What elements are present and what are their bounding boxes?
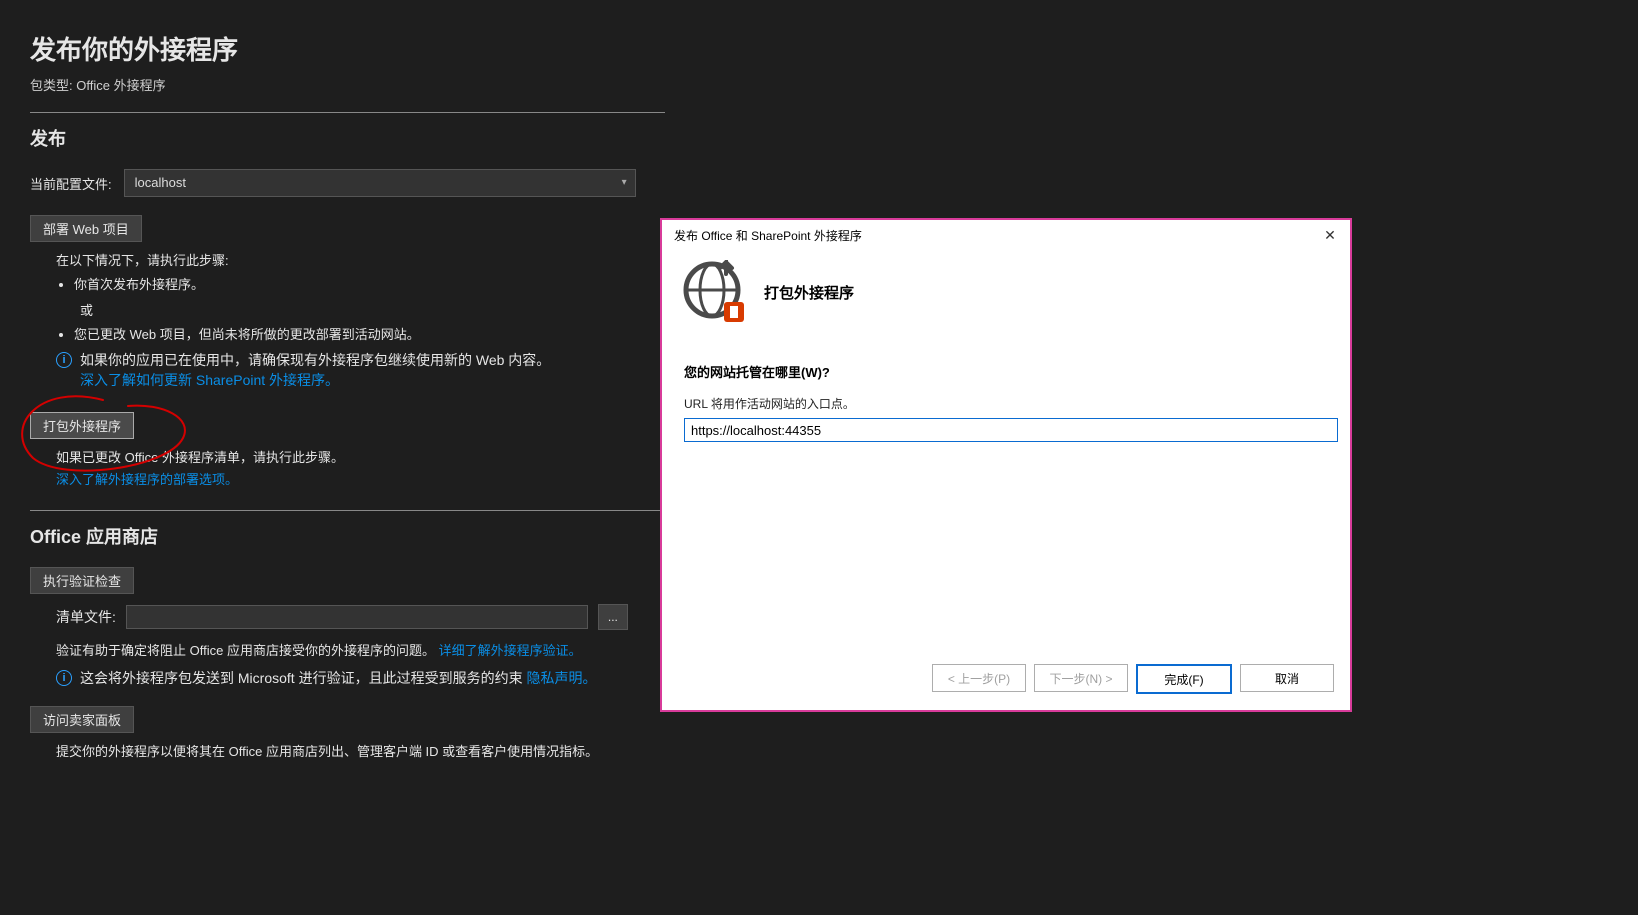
close-icon[interactable]: ✕	[1310, 220, 1350, 250]
package-type-value: Office 外接程序	[76, 78, 165, 93]
profile-select-value: localhost	[135, 175, 186, 190]
package-type-line: 包类型: Office 外接程序	[30, 75, 665, 94]
deploy-bullet-1: 你首次发布外接程序。	[74, 274, 665, 296]
dialog-window-title: 发布 Office 和 SharePoint 外接程序	[674, 227, 862, 244]
dialog-question: 您的网站托管在哪里(W)?	[684, 362, 1328, 381]
seller-hint-text: 提交你的外接程序以便将其在 Office 应用商店列出、管理客户端 ID 或查看…	[56, 744, 598, 759]
package-dialog: 发布 Office 和 SharePoint 外接程序 ✕ 打包外接程序 您的网…	[660, 218, 1352, 712]
manifest-label: 清单文件:	[56, 607, 116, 627]
validate-hint-text: 验证有助于确定将阻止 Office 应用商店接受你的外接程序的问题。	[56, 643, 435, 658]
manifest-path-input[interactable]	[126, 605, 588, 629]
store-heading: Office 应用商店	[30, 523, 665, 549]
deploy-web-button[interactable]: 部署 Web 项目	[30, 215, 142, 242]
package-type-prefix: 包类型:	[30, 78, 76, 93]
page-title: 发布你的外接程序	[30, 30, 665, 67]
deploy-bullet-2: 您已更改 Web 项目，但尚未将所做的更改部署到活动网站。	[74, 324, 665, 346]
learn-validation-link[interactable]: 详细了解外接程序验证。	[439, 643, 582, 658]
browse-button[interactable]: ...	[598, 604, 628, 630]
profile-select[interactable]: localhost ▾	[124, 169, 636, 197]
dialog-heading: 打包外接程序	[764, 282, 854, 303]
seller-dashboard-button[interactable]: 访问卖家面板	[30, 706, 134, 733]
deploy-or-text: 或	[56, 300, 665, 322]
learn-update-sharepoint-link[interactable]: 深入了解如何更新 SharePoint 外接程序。	[80, 372, 339, 388]
dialog-hint: URL 将用作活动网站的入口点。	[684, 395, 1328, 412]
publish-heading: 发布	[30, 125, 665, 151]
privacy-statement-link[interactable]: 隐私声明。	[526, 670, 596, 686]
profile-label: 当前配置文件:	[30, 174, 112, 193]
prev-button: < 上一步(P)	[932, 664, 1026, 692]
divider	[30, 112, 665, 113]
validate-info-text: 这会将外接程序包发送到 Microsoft 进行验证，且此过程受到服务的约束	[80, 670, 526, 686]
package-addin-button[interactable]: 打包外接程序	[30, 412, 134, 439]
globe-upload-icon	[682, 260, 746, 324]
finish-button[interactable]: 完成(F)	[1136, 664, 1232, 694]
package-hint-text: 如果已更改 Office 外接程序清单，请执行此步骤。	[56, 447, 665, 469]
deploy-info-text: 如果你的应用已在使用中，请确保现有外接程序包继续使用新的 Web 内容。	[80, 352, 550, 368]
url-input[interactable]	[684, 418, 1338, 442]
next-button: 下一步(N) >	[1034, 664, 1128, 692]
chevron-down-icon: ▾	[622, 170, 627, 196]
deploy-when-text: 在以下情况下，请执行此步骤:	[56, 250, 665, 272]
info-icon: i	[56, 670, 72, 686]
info-icon: i	[56, 352, 72, 368]
learn-deployment-link[interactable]: 深入了解外接程序的部署选项。	[56, 472, 238, 487]
validate-button[interactable]: 执行验证检查	[30, 567, 134, 594]
cancel-button[interactable]: 取消	[1240, 664, 1334, 692]
divider	[30, 510, 665, 511]
